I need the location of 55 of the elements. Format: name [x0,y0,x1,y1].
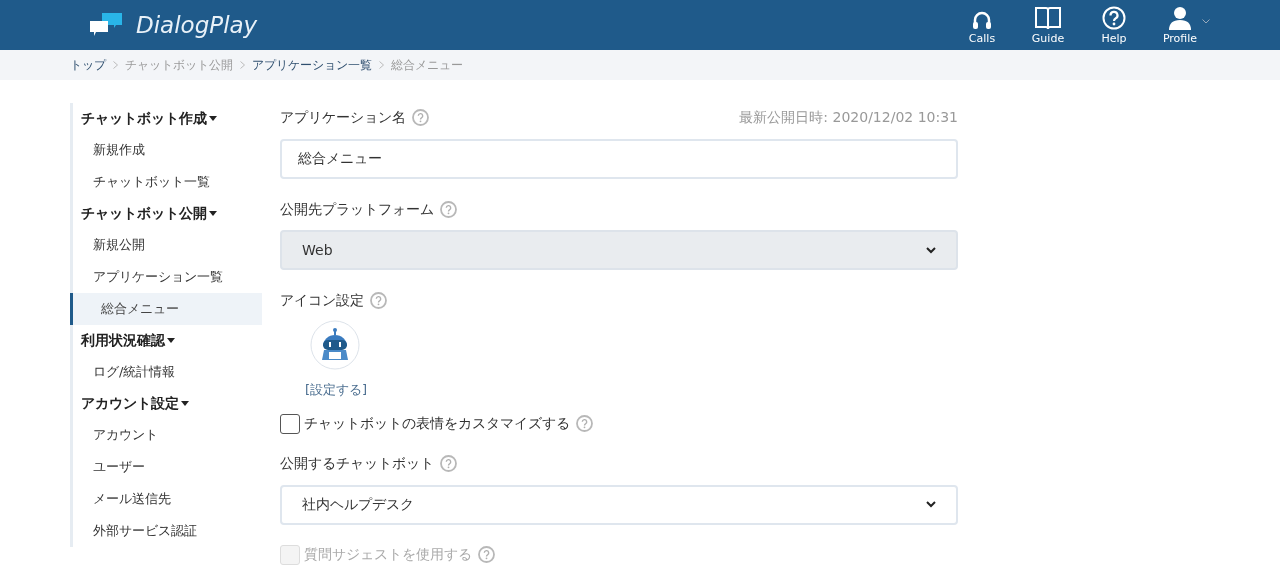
checkbox[interactable] [280,413,300,434]
sidebar-item[interactable]: アカウント [70,419,262,451]
headset-icon [971,10,993,30]
help-icon [1102,6,1126,30]
chevron-right-icon [379,61,384,69]
chevron-down-icon [926,246,936,254]
app-logo[interactable]: DialogPlay [136,7,258,43]
caret-icon [181,401,189,406]
sidebar-item[interactable]: メール送信先 [70,483,262,515]
field-label: アプリケーション名 [280,108,406,127]
sidebar-item[interactable]: チャットボット一覧 [70,166,262,198]
help-icon[interactable] [412,109,429,126]
caret-icon [209,116,217,121]
set-icon-link[interactable]: [設定する] [305,380,958,400]
breadcrumb-link[interactable]: トップ [70,56,106,74]
nav-button[interactable]: Calls [962,10,1002,44]
user-icon [1169,6,1191,30]
nav-button[interactable]: Guide [1028,6,1068,44]
nav-button[interactable]: Profile [1160,6,1200,44]
caret-icon [167,338,175,343]
field-label: 公開するチャットボット [280,454,434,473]
last-published-date: 最新公開日時: 2020/12/02 10:31 [739,108,958,127]
robot-avatar-icon [310,320,360,370]
chevron-down-icon[interactable] [1202,19,1210,24]
sidebar-group-title[interactable]: チャットボット作成 [81,108,207,129]
sidebar-item[interactable]: 総合メニュー [70,293,262,325]
caret-icon [209,211,217,216]
breadcrumb-item: チャットボット公開 [125,57,233,74]
application-name-field[interactable]: 総合メニュー [280,139,958,179]
select-field[interactable]: 社内ヘルプデスク [280,484,958,525]
nav-button[interactable]: Help [1094,6,1134,44]
sidebar-item[interactable]: 新規作成 [70,134,262,166]
field-label: 公開先プラットフォーム [280,199,434,219]
help-icon[interactable] [440,455,457,472]
logo-icon [90,13,124,37]
sidebar-group-title[interactable]: チャットボット公開 [81,203,207,224]
help-icon[interactable] [478,546,495,563]
help-icon[interactable] [576,415,593,432]
sidebar-group-title[interactable]: アカウント設定 [81,393,179,414]
checkbox-label: チャットボットの表情をカスタマイズする [304,414,570,433]
sidebar-item[interactable]: ログ/統計情報 [70,356,262,388]
breadcrumb-link[interactable]: アプリケーション一覧 [252,56,372,74]
chevron-right-icon [240,61,245,69]
help-icon[interactable] [440,200,457,218]
sidebar-group-title[interactable]: 利用状況確認 [81,330,165,351]
chevron-right-icon [113,61,118,69]
sidebar-item[interactable]: ユーザー [70,451,262,483]
chevron-down-icon [926,501,936,508]
sidebar-item[interactable]: 新規公開 [70,229,262,261]
checkbox-label: 質問サジェストを使用する [304,545,472,564]
field-label: アイコン設定 [280,290,364,310]
help-icon[interactable] [370,291,387,309]
book-icon [1035,6,1061,30]
sidebar-item[interactable]: 外部サービス認証 [70,515,262,547]
breadcrumb-item: 総合メニュー [391,57,463,74]
